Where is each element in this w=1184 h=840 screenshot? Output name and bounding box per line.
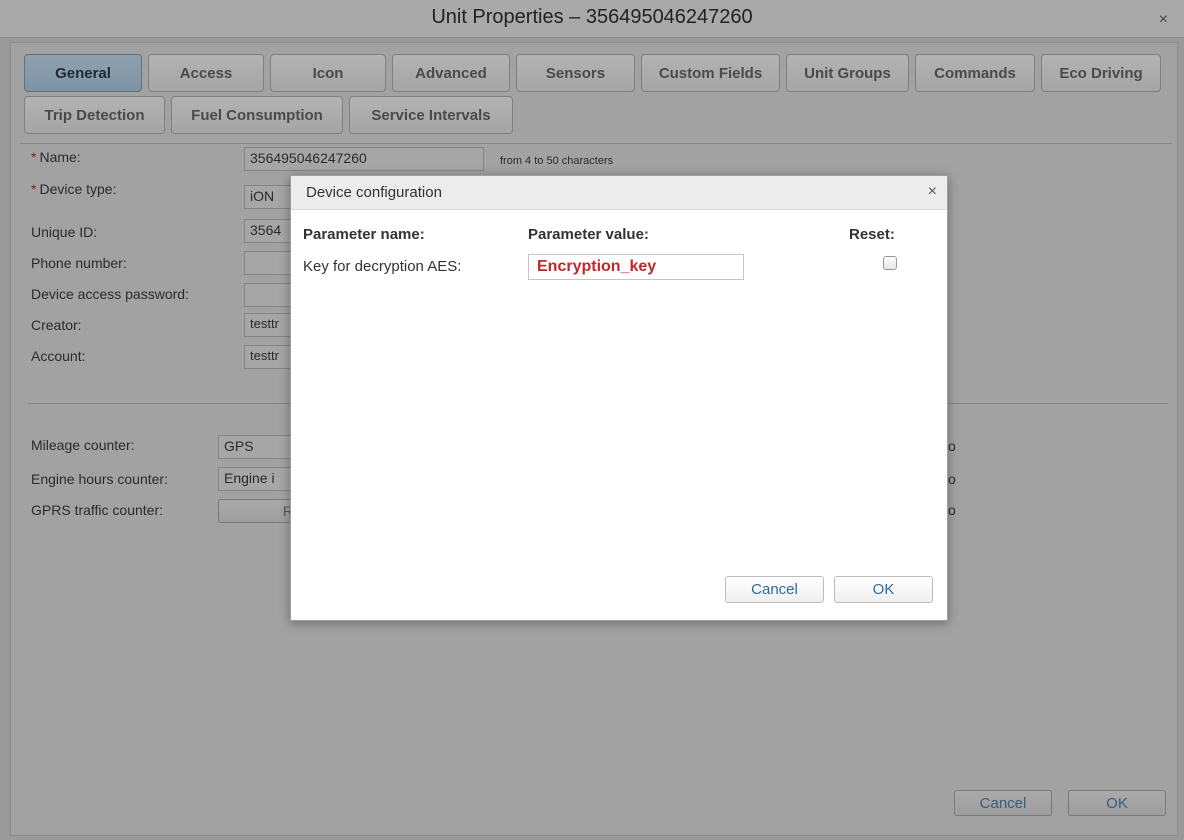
tab-sensors[interactable]: Sensors [516, 54, 635, 92]
gprs-counter-fragment: o [948, 502, 956, 518]
name-hint: from 4 to 50 characters [500, 155, 614, 167]
window-titlebar: Unit Properties – 356495046247260 × [0, 0, 1184, 38]
device-password-label: Device access password: [31, 286, 189, 302]
required-mark: * [31, 181, 37, 197]
engine-hours-counter-fragment: o [948, 471, 956, 487]
parameter-name: Key for decryption AES: [303, 258, 462, 275]
dialog-cancel-button[interactable]: Cancel [725, 576, 824, 603]
tab-icon[interactable]: Icon [270, 54, 386, 92]
ok-button[interactable]: OK [1068, 790, 1166, 816]
tab-eco-driving[interactable]: Eco Driving [1041, 54, 1161, 92]
reset-header: Reset: [849, 226, 895, 243]
tab-trip-detection[interactable]: Trip Detection [24, 96, 165, 134]
tabs-divider [20, 143, 1172, 144]
parameter-value-input[interactable] [528, 254, 744, 280]
tab-custom-fields[interactable]: Custom Fields [641, 54, 780, 92]
device-configuration-dialog: Device configuration × Parameter name: P… [290, 175, 948, 621]
mileage-counter-label: Mileage counter: [31, 437, 135, 453]
cancel-button[interactable]: Cancel [954, 790, 1052, 816]
gprs-traffic-counter-label: GPRS traffic counter: [31, 502, 164, 518]
device-type-label: * Device type: [31, 181, 117, 197]
dialog-title: Device configuration [306, 184, 442, 201]
tab-access[interactable]: Access [148, 54, 264, 92]
tab-advanced[interactable]: Advanced [392, 54, 510, 92]
dialog-ok-button[interactable]: OK [834, 576, 933, 603]
account-label: Account: [31, 348, 86, 364]
tab-service-intervals[interactable]: Service Intervals [349, 96, 513, 134]
phone-number-label: Phone number: [31, 255, 127, 271]
tab-commands[interactable]: Commands [915, 54, 1035, 92]
window-title: Unit Properties – 356495046247260 [431, 6, 753, 28]
reset-checkbox[interactable] [883, 256, 897, 270]
parameter-name-header: Parameter name: [303, 226, 425, 243]
name-label: * Name: [31, 149, 81, 165]
unique-id-label: Unique ID: [31, 224, 98, 240]
dialog-close-icon[interactable]: × [928, 183, 937, 201]
required-mark: * [31, 149, 37, 165]
mileage-counter-fragment: o [948, 438, 956, 454]
window-close-icon[interactable]: × [1159, 11, 1168, 29]
tab-general[interactable]: General [24, 54, 142, 92]
dialog-header: Device configuration × [291, 176, 947, 210]
parameter-value-header: Parameter value: [528, 226, 649, 243]
tab-unit-groups[interactable]: Unit Groups [786, 54, 909, 92]
tab-fuel-consumption[interactable]: Fuel Consumption [171, 96, 343, 134]
engine-hours-counter-label: Engine hours counter: [31, 471, 168, 487]
creator-label: Creator: [31, 317, 82, 333]
name-input[interactable]: 356495046247260 [244, 147, 484, 171]
